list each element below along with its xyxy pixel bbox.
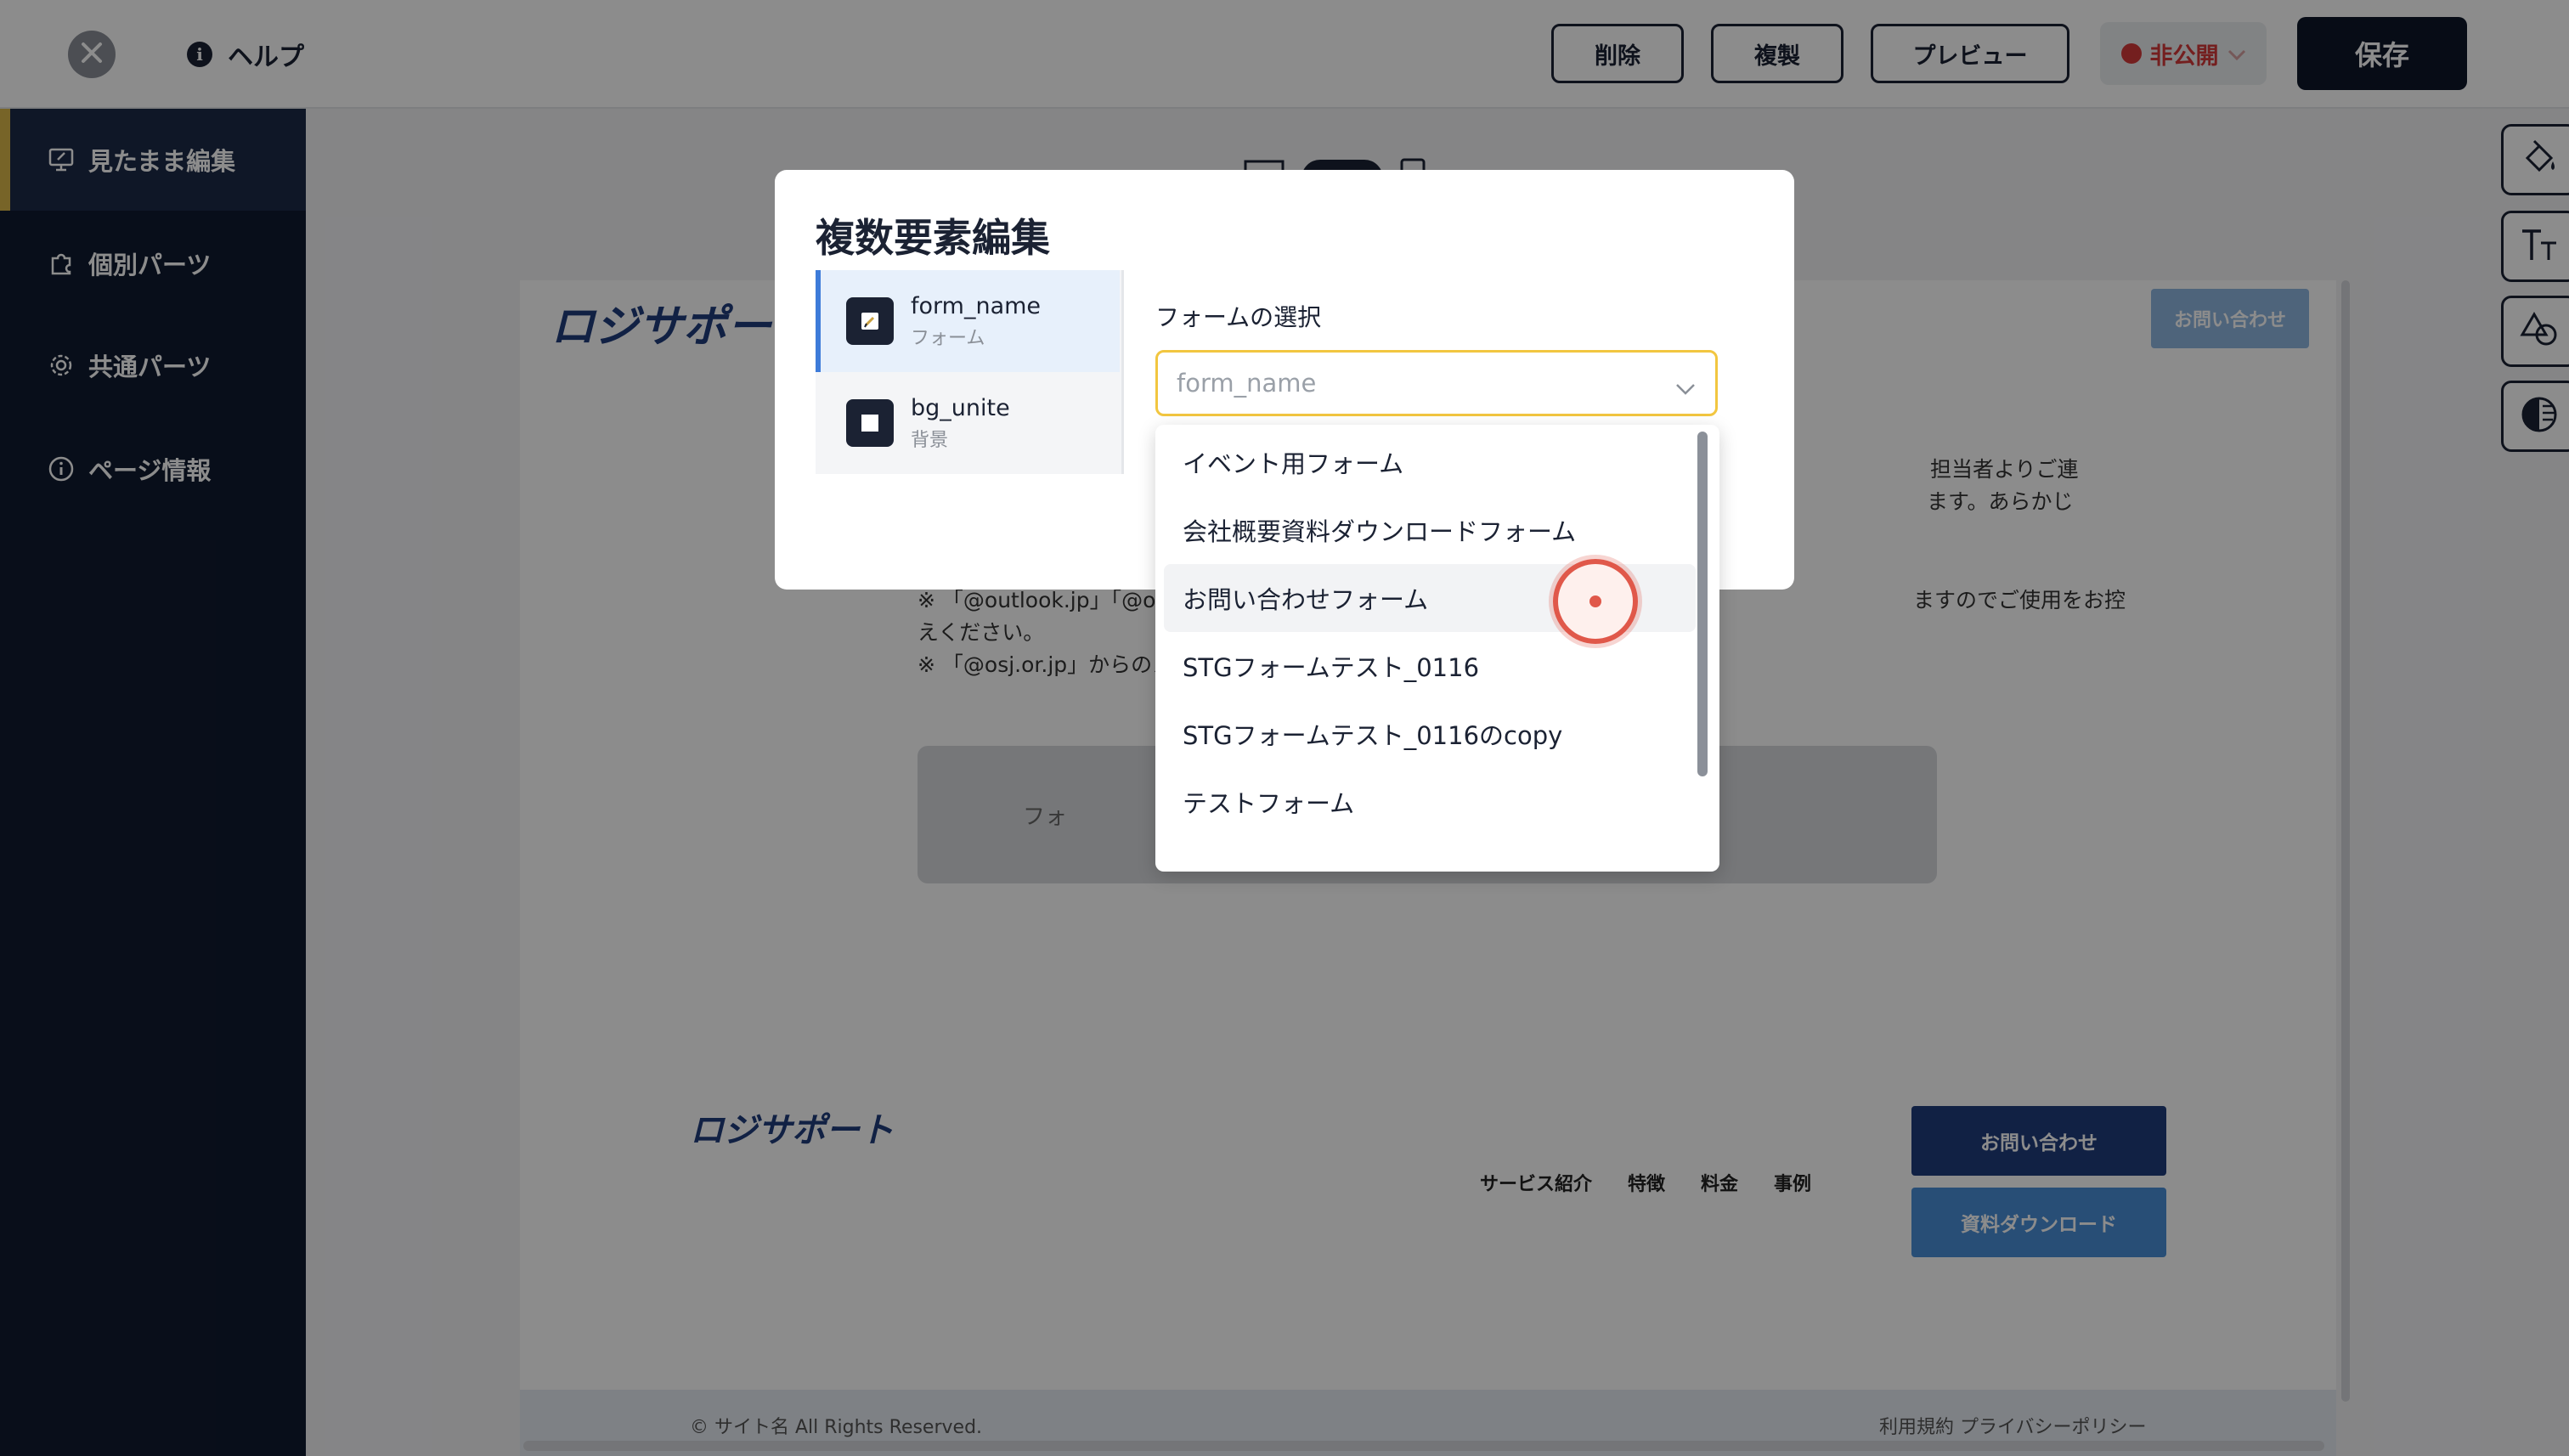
modal-title: 複数要素編集 bbox=[816, 215, 1050, 261]
dropdown-option[interactable]: STGフォームテスト_0116 bbox=[1164, 632, 1696, 700]
divider bbox=[1121, 270, 1124, 474]
element-list: form_name フォーム bg_unite 背景 bbox=[816, 270, 1123, 474]
element-type: 背景 bbox=[911, 429, 949, 451]
element-name: bg_unite bbox=[911, 394, 1010, 421]
cursor-dot bbox=[1589, 595, 1601, 607]
form-select-value: form_name bbox=[1177, 369, 1317, 398]
dropdown-scrollbar[interactable] bbox=[1697, 432, 1708, 776]
dropdown-option[interactable]: イベント用フォーム bbox=[1164, 428, 1696, 496]
dropdown-option[interactable]: 会社概要資料ダウンロードフォーム bbox=[1164, 496, 1696, 564]
element-item-form-name[interactable]: form_name フォーム bbox=[816, 270, 1120, 372]
dropdown-option[interactable]: STGフォームテスト_0116のcopy bbox=[1164, 700, 1696, 768]
dropdown-option[interactable]: テストフォーム bbox=[1164, 768, 1696, 836]
cursor-indicator-icon bbox=[1553, 559, 1638, 644]
form-edit-icon bbox=[846, 297, 894, 345]
form-select-dropdown: イベント用フォーム 会社概要資料ダウンロードフォーム お問い合わせフォーム ST… bbox=[1155, 425, 1719, 872]
form-select-label: フォームの選択 bbox=[1155, 303, 1322, 331]
element-item-bg-unite[interactable]: bg_unite 背景 bbox=[816, 372, 1120, 474]
element-name: form_name bbox=[911, 292, 1042, 319]
form-select[interactable]: form_name bbox=[1155, 350, 1718, 416]
background-square-icon bbox=[846, 399, 894, 447]
element-type: フォーム bbox=[911, 327, 985, 349]
chevron-down-icon bbox=[1674, 373, 1697, 402]
